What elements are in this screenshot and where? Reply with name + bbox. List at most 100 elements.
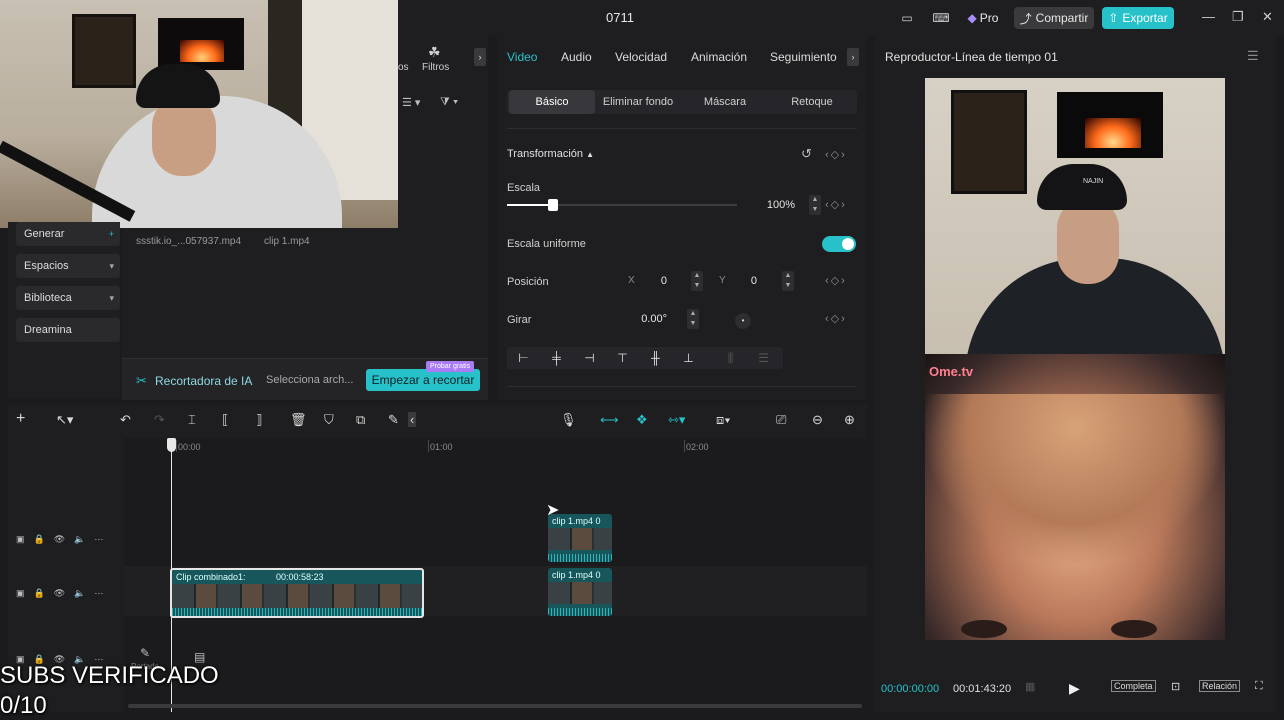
scale-slider-knob[interactable] [548,199,558,211]
uniform-scale-toggle[interactable] [822,236,856,252]
split-left-icon[interactable]: ⟦ [222,412,228,428]
scale-slider[interactable] [507,199,737,211]
track-controls[interactable]: ▣🔒👁🔈⋯ [16,588,112,599]
track-controls[interactable]: ▣🔒👁🔈⋯ [16,534,112,545]
pro-button[interactable]: ◆ Pro [960,7,1006,29]
reset-icon[interactable]: ↺ [801,146,812,162]
tab-animation[interactable]: Animación [691,50,747,64]
minimize-icon[interactable]: — [1202,9,1215,24]
nav-item-espacios[interactable]: Espacios ▾ [16,254,120,278]
chevron-right-icon[interactable]: › [474,48,486,66]
align-left-icon[interactable]: ⊢ [507,347,540,369]
subtab-retouch[interactable]: Retoque [769,90,855,114]
keyboard-icon[interactable]: ⌨ [930,7,952,29]
preview-hair [925,394,1225,564]
filter-funnel-icon[interactable]: ⧩ ▾ [440,96,458,109]
link-magnet-icon[interactable]: ⟷ [600,412,619,428]
keyframe-icon[interactable]: ‹◇› [825,148,847,161]
align-middle-v-icon[interactable]: ╫ [639,347,672,369]
undo-icon[interactable]: ↶ [120,412,131,428]
preview-video-bottom: Ome.tv [925,354,1225,640]
keyframe-icon[interactable]: ‹◇› [825,274,847,287]
subtab-basic[interactable]: Básico [509,90,595,114]
screenshot-icon[interactable]: ⊡ [1171,680,1180,693]
media-tab-partial-label: os [398,62,409,73]
clip-overlay-track[interactable]: clip 1.mp4 0 [548,514,612,562]
ai-trimmer-file-select[interactable]: Selecciona arch... [266,374,353,386]
position-x-field[interactable]: 0 [647,271,667,291]
layout-icon[interactable]: ▭ [896,7,918,29]
tab-tracking[interactable]: Seguimiento [770,50,837,64]
share-label: Compartir [1035,11,1089,25]
ratio-label: Relación [1199,680,1241,692]
rotate-field[interactable]: 0.00° [627,309,667,329]
ai-trimmer-title: Recortadora de IA [155,374,253,388]
align-top-icon[interactable]: ⊤ [606,347,639,369]
scale-stepper[interactable]: ▲ ▼ [809,195,821,215]
full-quality-button[interactable]: Completa [1111,680,1156,692]
transform-section-title[interactable]: Transformación ▲ [507,148,594,160]
tab-video[interactable]: Video [507,50,537,64]
link-clips-icon[interactable]: ⇿▾ [668,412,685,428]
clip-combined-main[interactable]: Clip combinado1: 00:00:58:23 [170,568,424,618]
media-file-name[interactable]: clip 1.mp4 [264,236,310,247]
tab-speed[interactable]: Velocidad [615,50,667,64]
align-bottom-icon[interactable]: ⊥ [672,347,705,369]
pen-icon[interactable]: ✎ [388,412,399,428]
share-button[interactable]: ⤴ Compartir [1014,7,1094,29]
media-file-name[interactable]: ssstik.io_...057937.mp4 [136,236,241,247]
filters-tab-label[interactable]: Filtros [422,62,449,73]
zoom-in-icon[interactable]: ⊕ [844,412,855,428]
nav-item-dreamina[interactable]: Dreamina [16,318,120,342]
position-y-field[interactable]: 0 [737,271,757,291]
ruler-tick [428,440,429,452]
sort-icon[interactable]: ☰ ▾ [402,96,420,109]
timeline-scrollbar[interactable] [128,704,862,708]
playhead-handle[interactable] [167,438,176,452]
cover-icon[interactable]: ✎ [130,646,160,660]
filters-icon[interactable]: ☘ [428,44,441,61]
start-trim-button[interactable]: Empezar a recortar [366,369,480,391]
rotate-dial[interactable]: • [735,313,751,329]
tab-audio[interactable]: Audio [561,50,592,64]
split-icon[interactable]: ⌶ [188,412,196,428]
crop-icon[interactable]: ⧉ [356,412,365,428]
export-button[interactable]: ⇧ Exportar [1102,7,1174,29]
ruler-tick [684,440,685,452]
delete-icon[interactable]: 🗑 [290,412,307,428]
zoom-out-icon[interactable]: ⊖ [812,412,823,428]
add-icon[interactable]: + [16,410,25,428]
captions-icon[interactable]: ⎚ [776,412,786,428]
select-cursor-icon[interactable]: ↖▾ [56,412,73,428]
auto-snap-icon[interactable]: ❖ [636,412,648,428]
chevron-right-icon[interactable]: › [847,48,859,66]
clip-duration: 00:00:58:23 [276,572,324,582]
keyframe-icon[interactable]: ‹◇› [825,198,847,211]
clip-main-track[interactable]: clip 1.mp4 0 [548,568,612,616]
subtab-remove-bg[interactable]: Eliminar fondo [595,90,681,114]
position-x-stepper[interactable]: ▲ ▼ [691,271,703,291]
nav-item-generar[interactable]: Generar + [16,222,120,246]
position-y-stepper[interactable]: ▲ ▼ [782,271,794,291]
webcam-cap [136,64,220,108]
shield-icon[interactable]: ⛉ [324,412,334,428]
fullscreen-icon[interactable]: ⛶ [1255,680,1263,693]
full-quality-label: Completa [1111,680,1156,692]
close-icon[interactable]: ✕ [1262,9,1273,25]
ratio-button[interactable]: Relación [1199,680,1241,692]
nav-item-label: Generar [24,228,65,240]
scale-value[interactable]: 100% [745,195,795,215]
rotate-stepper[interactable]: ▲ ▼ [687,309,699,329]
play-icon[interactable]: ▶ [1069,680,1080,697]
keyframe-icon[interactable]: ‹◇› [825,312,847,325]
preview-axis-icon[interactable]: ⧈▾ [716,412,731,428]
subtab-mask[interactable]: Máscara [682,90,768,114]
restore-icon[interactable]: ❐ [1232,9,1244,25]
microphone-icon[interactable]: 🎙 [560,412,577,428]
align-center-h-icon[interactable]: ╪ [540,347,573,369]
align-right-icon[interactable]: ⊣ [573,347,606,369]
chevron-left-icon[interactable]: ‹ [408,412,417,427]
split-right-icon[interactable]: ⟧ [256,412,262,428]
nav-item-biblioteca[interactable]: Biblioteca ▾ [16,286,120,310]
menu-icon[interactable]: ☰ [1247,48,1259,64]
